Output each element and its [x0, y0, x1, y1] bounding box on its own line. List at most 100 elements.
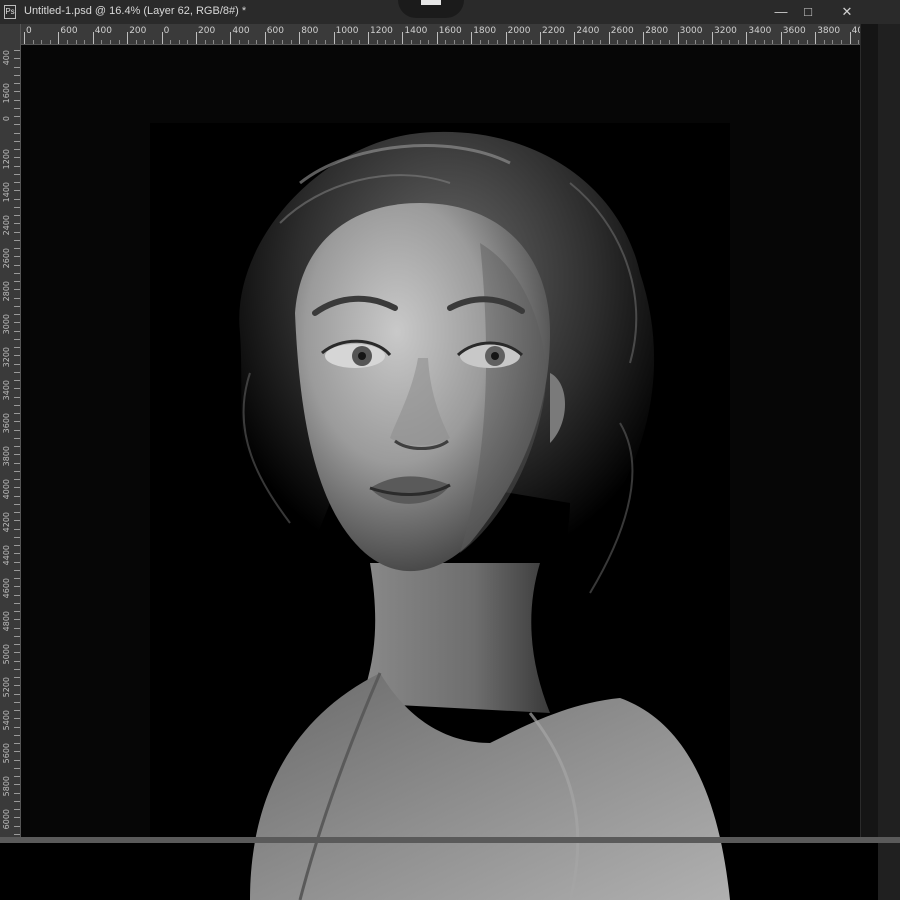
- ruler-minor-tick: [14, 487, 20, 489]
- ruler-minor-tick: [14, 264, 20, 266]
- ruler-tick-label: 1800: [473, 26, 497, 36]
- ruler-tick-label: 2600: [610, 26, 634, 36]
- ruler-minor-tick: [14, 157, 20, 159]
- ruler-minor-tick: [14, 305, 20, 307]
- ruler-tick-label: 3400: [2, 380, 11, 401]
- ruler-minor-tick: [14, 429, 20, 431]
- ruler-minor-tick: [651, 40, 653, 44]
- ruler-major-tick: [299, 32, 301, 44]
- maximize-icon: □: [804, 4, 812, 19]
- ruler-minor-tick: [14, 825, 20, 827]
- ruler-minor-tick: [135, 40, 137, 44]
- vertical-scrollbar[interactable]: [860, 24, 879, 840]
- ruler-minor-tick: [14, 182, 20, 183]
- ruler-tick-label: 400: [851, 26, 860, 36]
- document-icon-glyph: Ps: [5, 7, 15, 16]
- ruler-minor-tick: [350, 40, 352, 44]
- ruler-minor-tick: [213, 40, 215, 44]
- ruler-minor-tick: [14, 404, 20, 406]
- ruler-minor-tick: [14, 289, 20, 291]
- ruler-tick-label: 3200: [2, 347, 11, 368]
- ruler-minor-tick: [14, 165, 20, 167]
- ruler-minor-tick: [14, 297, 20, 299]
- ruler-minor-tick: [772, 40, 774, 44]
- ruler-minor-tick: [462, 40, 464, 44]
- ruler-major-tick: [574, 32, 576, 44]
- right-panel-edge: [878, 24, 900, 900]
- ruler-minor-tick: [14, 248, 20, 249]
- ruler-minor-tick: [14, 83, 20, 84]
- ruler-minor-tick: [703, 40, 705, 44]
- ruler-minor-tick: [14, 759, 20, 761]
- ruler-minor-tick: [479, 40, 481, 44]
- ruler-minor-tick: [144, 40, 146, 44]
- ruler-minor-tick: [290, 40, 292, 44]
- ruler-major-tick: [24, 32, 25, 44]
- document-title[interactable]: Untitled-1.psd @ 16.4% (Layer 62, RGB/8#…: [24, 5, 246, 17]
- ruler-minor-tick: [14, 726, 20, 728]
- ruler-major-tick: [161, 32, 163, 44]
- ruler-minor-tick: [14, 413, 20, 414]
- horizontal-ruler[interactable]: 0 600 400 200 0 200 400 600 800 1000 1200 1400 1600 1…: [20, 24, 860, 45]
- ruler-minor-tick: [660, 40, 662, 44]
- ruler-minor-tick: [14, 710, 20, 711]
- ruler-minor-tick: [14, 512, 20, 513]
- ruler-major-tick: [540, 32, 541, 44]
- ruler-tick-label: 400: [232, 26, 250, 36]
- ruler-minor-tick: [14, 421, 20, 423]
- ruler-minor-tick: [307, 40, 309, 44]
- vertical-ruler[interactable]: 400 1600 0 1200 1400 2400 2600 2800 3000 3200 3400…: [0, 24, 21, 840]
- ruler-minor-tick: [514, 40, 516, 44]
- ruler-tick-label: 2400: [2, 215, 11, 236]
- ruler-minor-tick: [204, 40, 206, 44]
- ruler-minor-tick: [14, 116, 20, 117]
- ruler-minor-tick: [14, 272, 20, 274]
- ruler-minor-tick: [497, 40, 498, 44]
- ruler-tick-label: 400: [94, 26, 112, 36]
- ruler-tick-label: 5400: [2, 710, 11, 731]
- ruler-minor-tick: [14, 561, 20, 563]
- ruler-major-tick: [92, 32, 94, 44]
- ruler-minor-tick: [729, 40, 731, 44]
- ruler-minor-tick: [14, 792, 20, 794]
- ruler-minor-tick: [14, 231, 20, 233]
- ruler-minor-tick: [14, 338, 20, 340]
- ruler-minor-tick: [14, 817, 20, 819]
- ruler-minor-tick: [14, 256, 20, 258]
- ruler-tick-label: 2400: [576, 26, 600, 36]
- ruler-minor-tick: [342, 40, 344, 44]
- ruler-minor-tick: [14, 239, 20, 241]
- ruler-tick-label: 3000: [2, 314, 11, 335]
- horizontal-scrollbar[interactable]: [0, 837, 900, 843]
- ruler-minor-tick: [557, 40, 559, 44]
- ruler-minor-tick: [187, 40, 189, 44]
- ruler-minor-tick: [14, 347, 20, 348]
- ruler-tick-label: 2800: [645, 26, 669, 36]
- close-button[interactable]: ✕: [836, 2, 858, 22]
- ruler-minor-tick: [522, 40, 524, 44]
- ruler-minor-tick: [32, 40, 34, 44]
- maximize-button[interactable]: □: [797, 2, 819, 22]
- ruler-minor-tick: [393, 40, 395, 44]
- ruler-major-tick: [58, 32, 60, 44]
- ruler-minor-tick: [178, 40, 180, 44]
- minimize-button[interactable]: —: [770, 2, 792, 22]
- ruler-tick-label: 1200: [370, 26, 393, 36]
- ruler-minor-tick: [14, 198, 20, 200]
- ruler-tick-label: 4800: [2, 611, 11, 632]
- ruler-minor-tick: [221, 40, 223, 44]
- ruler-major-tick: [712, 32, 713, 44]
- ruler-minor-tick: [14, 149, 20, 150]
- ruler-minor-tick: [548, 40, 550, 44]
- ruler-major-tick: [368, 32, 369, 44]
- ruler-tick-label: 1600: [2, 83, 11, 104]
- ruler-minor-tick: [14, 330, 20, 332]
- ruler-minor-tick: [239, 40, 240, 44]
- ruler-minor-tick: [806, 40, 808, 44]
- document-tab-bar: Ps Untitled-1.psd @ 16.4% (Layer 62, RGB…: [0, 0, 900, 25]
- artboard-portrait[interactable]: [150, 123, 730, 900]
- ruler-minor-tick: [14, 380, 20, 381]
- top-notch: [398, 0, 464, 18]
- ruler-major-tick: [746, 32, 748, 44]
- ruler-minor-tick: [359, 40, 361, 44]
